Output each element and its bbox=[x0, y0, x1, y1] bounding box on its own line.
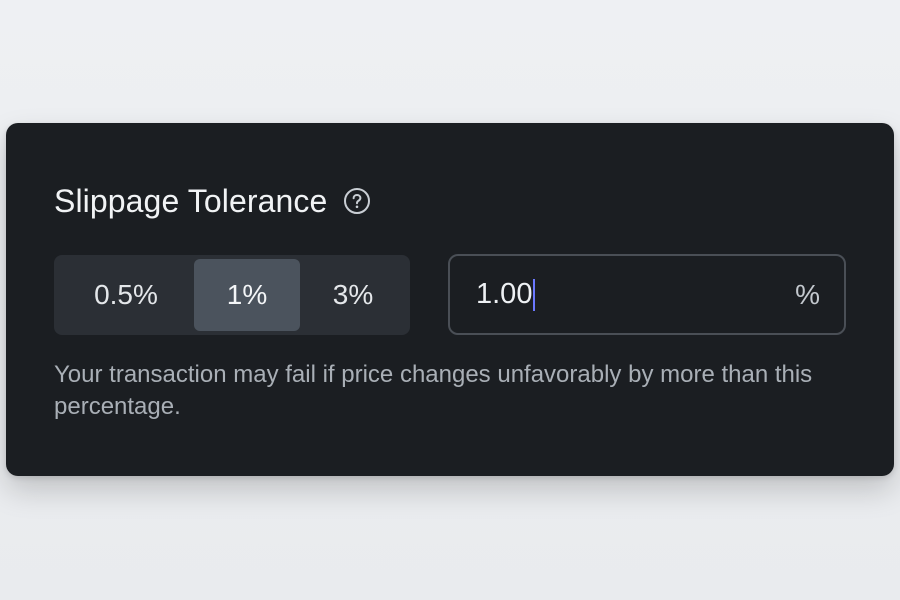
custom-slippage-value-wrap: 1.00 bbox=[476, 278, 795, 311]
question-circle-icon[interactable] bbox=[343, 187, 371, 215]
preset-1-button[interactable]: 1% bbox=[194, 259, 300, 331]
slippage-description: Your transaction may fail if price chang… bbox=[54, 361, 813, 420]
percent-unit-label: % bbox=[795, 278, 820, 310]
preset-selector: 0.5% 1% 3% bbox=[54, 255, 410, 335]
title-row: Slippage Tolerance bbox=[54, 181, 371, 221]
preset-3-button[interactable]: 3% bbox=[300, 259, 406, 331]
page: Slippage Tolerance 0.5% 1% 3% 1.00 % You… bbox=[0, 0, 900, 600]
text-caret bbox=[533, 278, 536, 311]
slippage-settings-card: Slippage Tolerance 0.5% 1% 3% 1.00 % You… bbox=[6, 123, 894, 476]
panel-title: Slippage Tolerance bbox=[54, 183, 328, 219]
preset-0-5-button[interactable]: 0.5% bbox=[58, 259, 194, 331]
custom-slippage-value: 1.00 bbox=[476, 278, 533, 310]
custom-slippage-input[interactable]: 1.00 % bbox=[448, 254, 846, 335]
